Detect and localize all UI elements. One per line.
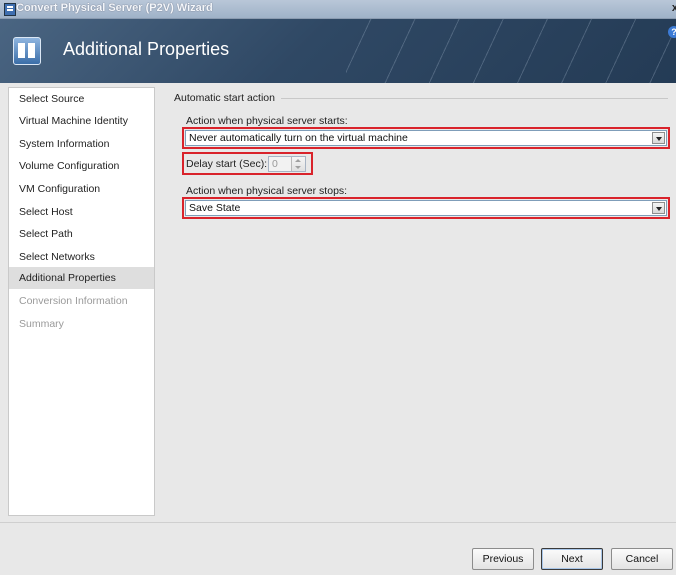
sidebar-item-summary: Summary	[19, 318, 64, 330]
delay-start-stepper[interactable]: 0	[268, 156, 306, 172]
wizard-window: Convert Physical Server (P2V) Wizard x A…	[0, 0, 676, 575]
sidebar-item-additional-properties[interactable]: Additional Properties	[9, 267, 154, 289]
cancel-button[interactable]: Cancel	[611, 548, 673, 570]
page-title: Additional Properties	[63, 39, 230, 59]
start-action-label: Action when physical server starts:	[186, 115, 348, 127]
chevron-up-icon	[295, 159, 301, 162]
delay-start-label: Delay start (Sec):	[186, 158, 268, 170]
sidebar-item-system-information[interactable]: System Information	[9, 133, 154, 155]
sidebar-item-select-source[interactable]: Select Source	[9, 88, 154, 110]
sidebar-item-select-host[interactable]: Select Host	[9, 201, 154, 223]
start-action-select[interactable]: Never automatically turn on the virtual …	[185, 130, 667, 146]
title-bar: Convert Physical Server (P2V) Wizard x	[0, 0, 676, 19]
banner-decoration	[346, 19, 676, 83]
wizard-footer: Previous Next Cancel	[0, 522, 676, 575]
stop-action-select[interactable]: Save State	[185, 200, 667, 216]
sidebar-item-select-path[interactable]: Select Path	[9, 223, 154, 245]
chevron-down-icon[interactable]	[652, 132, 665, 144]
properties-panel: Automatic start action Action when physi…	[160, 87, 676, 517]
properties-icon	[13, 37, 41, 65]
group-title: Automatic start action	[174, 92, 281, 104]
start-action-value: Never automatically turn on the virtual …	[189, 132, 408, 144]
help-icon[interactable]: ?	[668, 26, 676, 38]
wizard-window-icon	[4, 3, 16, 16]
sidebar-item-select-networks[interactable]: Select Networks	[9, 246, 154, 268]
stepper-buttons[interactable]	[291, 157, 305, 171]
delay-start-value: 0	[272, 158, 278, 170]
next-button[interactable]: Next	[541, 548, 603, 570]
window-title: Convert Physical Server (P2V) Wizard	[16, 2, 213, 14]
sidebar-item-conversion-information: Conversion Information	[19, 295, 128, 307]
sidebar-item-vm-configuration[interactable]: VM Configuration	[9, 178, 154, 200]
stop-action-label: Action when physical server stops:	[186, 185, 348, 197]
chevron-down-icon	[295, 166, 301, 169]
wizard-steps-sidebar: Select Source Virtual Machine Identity S…	[8, 87, 155, 516]
sidebar-item-volume-configuration[interactable]: Volume Configuration	[9, 155, 154, 177]
page-header-banner: Additional Properties ?	[0, 19, 676, 83]
previous-button[interactable]: Previous	[472, 548, 534, 570]
stop-action-value: Save State	[189, 202, 241, 214]
sidebar-item-virtual-machine-identity[interactable]: Virtual Machine Identity	[9, 110, 154, 132]
close-icon[interactable]: x	[672, 2, 676, 14]
chevron-down-icon[interactable]	[652, 202, 665, 214]
